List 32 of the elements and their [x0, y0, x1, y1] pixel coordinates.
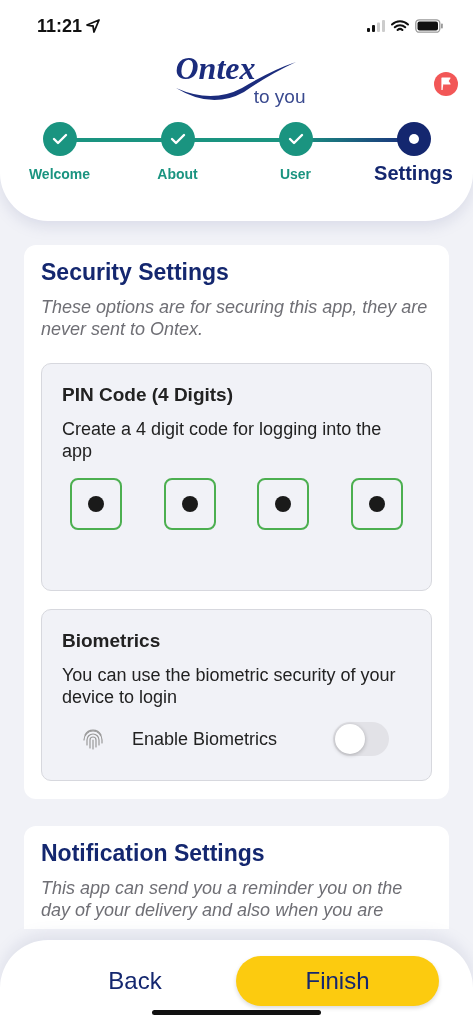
card-title: Notification Settings — [41, 840, 266, 867]
toggle-label: Enable Biometrics — [132, 728, 279, 750]
flag-icon[interactable] — [434, 72, 458, 96]
card-title: Security Settings — [41, 259, 230, 286]
pin-digit-field[interactable] — [257, 478, 310, 530]
panel-title: Biometrics — [62, 630, 162, 652]
fingerprint-icon — [82, 727, 104, 751]
check-icon — [169, 133, 186, 145]
card-description: These options are for securing this app, they are never sent to Ontex. — [41, 296, 429, 340]
pin-digit-field[interactable] — [70, 478, 122, 530]
panel-title: PIN Code (4 Digits) — [62, 384, 234, 406]
signal-icon — [367, 20, 385, 32]
wifi-icon — [391, 19, 409, 33]
battery-icon — [415, 19, 443, 33]
card-description: This app can send you a reminder you on the day of your delivery and also when you are — [41, 877, 404, 921]
step-indicator[interactable] — [396, 122, 431, 156]
step-label: Settings — [374, 162, 453, 185]
location-arrow-icon — [86, 19, 101, 33]
pin-digit-field[interactable] — [350, 478, 403, 530]
status-time: 11:21 — [37, 15, 83, 37]
step-label: About — [157, 166, 198, 182]
biometrics-toggle[interactable] — [333, 722, 389, 756]
step-label: Welcome — [28, 166, 91, 182]
panel-description: Create a 4 digit code for logging into the app — [62, 418, 383, 462]
finish-button[interactable]: Finish — [236, 956, 439, 1006]
pin-digit-field[interactable] — [163, 478, 216, 530]
panel-description: You can use the biometric security of your device to login — [62, 664, 397, 708]
current-step-icon — [408, 134, 419, 144]
back-button[interactable]: Back — [34, 956, 236, 1006]
check-icon — [51, 133, 68, 145]
step-label: User — [279, 166, 312, 182]
check-icon — [287, 133, 304, 145]
